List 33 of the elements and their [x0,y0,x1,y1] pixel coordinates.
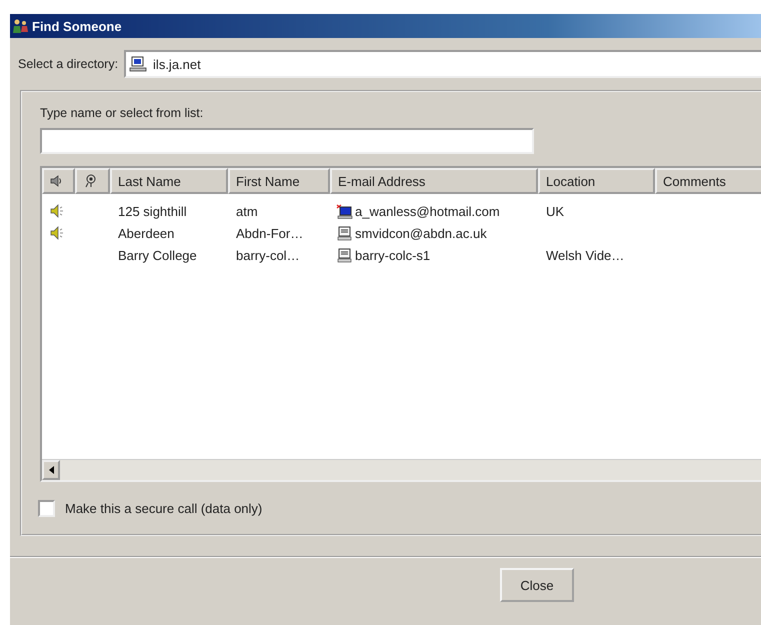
column-header[interactable]: E-mail Address [330,168,538,194]
column-header[interactable] [75,168,110,194]
table-cell: Welsh Vide… [546,248,624,262]
table-cell-text: atm [235,204,259,218]
column-header[interactable]: First Name [228,168,330,194]
column-header[interactable]: Location [538,168,655,194]
checkbox[interactable] [38,500,55,517]
window-title: Find Someone [32,18,122,34]
speaker-icon [50,175,62,187]
left-arrow-icon [48,466,54,474]
computer-icon [129,56,148,72]
scroll-left-button[interactable] [42,460,60,480]
search-label: Type name or select from list: [40,106,204,120]
search-field[interactable] [40,128,534,154]
table-cell: barry-colc-s1 [355,248,430,262]
directory-label: Select a directory: [18,57,118,71]
column-header[interactable]: Comments [655,168,761,194]
column-header[interactable]: Last Name [110,168,228,194]
table-cell: UK [546,204,564,218]
camera-icon [83,174,97,188]
table-cell-text: Aberdeen [117,226,176,240]
table-cell: smvidcon@abdn.ac.uk [355,226,487,240]
column-header[interactable] [42,168,75,194]
horizontal-scrollbar[interactable] [42,459,761,480]
close-button[interactable]: Close [500,568,574,602]
table-cell-text: Abdn-For… [235,226,304,240]
table-cell-text: barry-col… [235,248,301,262]
checkbox-label: Make this a secure call (data only) [65,501,262,516]
people-icon [12,18,30,34]
table-cell-text: Barry College [117,248,198,262]
table-cell: a_wanless@hotmail.com [355,204,500,218]
table-cell-text: 125 sighthill [117,204,188,218]
directory-combo[interactable]: ils.ja.net [124,50,761,78]
